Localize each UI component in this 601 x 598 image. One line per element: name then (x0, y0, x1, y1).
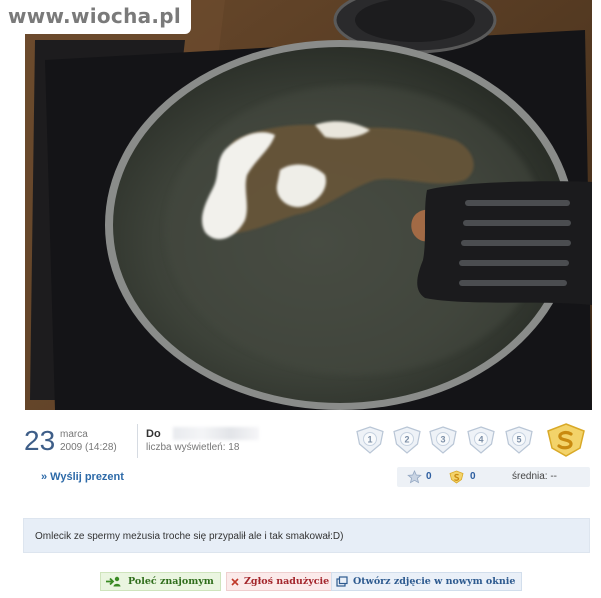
rate-2-button[interactable]: 2 (392, 426, 422, 454)
date-day: 23 (24, 425, 56, 456)
super-count-icon (449, 470, 464, 484)
rate-5-label: 5 (516, 435, 521, 445)
rate-3-label: 3 (440, 435, 445, 445)
photo[interactable] (25, 0, 592, 410)
super-badge-icon[interactable] (546, 423, 586, 457)
rate-4-label: 4 (478, 435, 483, 445)
send-gift-link[interactable]: » Wyślij prezent (41, 471, 124, 483)
report-abuse-button[interactable]: Zgłoś nadużycie (226, 572, 337, 591)
average-rating: średnia: -- (512, 471, 558, 482)
divider (137, 424, 138, 458)
author-name[interactable]: Do (146, 428, 161, 440)
frying-pan-photo (25, 0, 592, 410)
rate-2-label: 2 (404, 435, 409, 445)
star-count: 0 (426, 471, 432, 482)
rate-1-label: 1 (367, 435, 372, 445)
author-blur (173, 427, 259, 440)
rate-3-button[interactable]: 3 (428, 426, 458, 454)
rate-4-button[interactable]: 4 (466, 426, 496, 454)
open-in-new-window-button[interactable]: Otwórz zdjęcie w nowym oknie (331, 572, 523, 591)
super-count: 0 (470, 471, 476, 482)
photo-description: Omlecik ze spermy meżusia troche się prz… (23, 518, 590, 553)
recommend-icon (105, 576, 123, 587)
new-window-icon (336, 576, 348, 587)
rate-5-button[interactable]: 5 (504, 426, 534, 454)
close-icon (231, 577, 239, 586)
view-count: liczba wyświetleń: 18 (146, 442, 240, 453)
recommend-button[interactable]: Poleć znajomym (100, 572, 221, 591)
report-label: Zgłoś nadużycie (244, 576, 330, 587)
date-month: marca (60, 429, 88, 440)
date-time: 2009 (14:28) (60, 442, 117, 453)
rate-1-button[interactable]: 1 (355, 426, 385, 454)
star-count-icon (407, 470, 422, 484)
open-label: Otwórz zdjęcie w nowym oknie (353, 576, 516, 587)
recommend-label: Poleć znajomym (128, 576, 214, 587)
stats-bar: 0 0 średnia: -- (397, 467, 590, 487)
watermark: www.wiocha.pl (0, 0, 192, 34)
